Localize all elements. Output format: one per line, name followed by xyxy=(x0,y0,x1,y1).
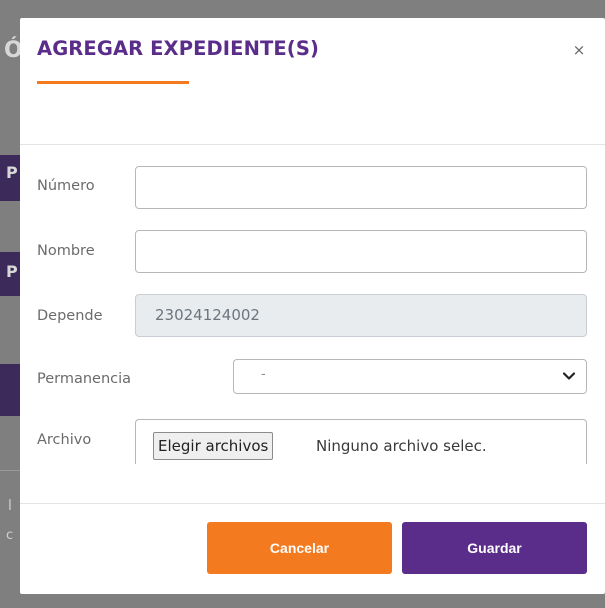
save-button[interactable]: Guardar xyxy=(402,522,587,574)
depende-value: 23024124002 xyxy=(155,306,260,324)
modal-header: AGREGAR EXPEDIENTE(S) × xyxy=(20,18,605,144)
permanencia-select[interactable]: - xyxy=(233,359,587,394)
choose-files-button[interactable]: Elegir archivos xyxy=(153,432,274,460)
add-expediente-modal: AGREGAR EXPEDIENTE(S) × Número Nombre De… xyxy=(20,18,605,594)
depende-label: Depende xyxy=(37,308,103,324)
permanencia-selected: - xyxy=(261,367,266,382)
numero-input[interactable] xyxy=(135,166,587,209)
background-text-fragment: P xyxy=(6,262,18,281)
background-text-fragment: P xyxy=(6,163,18,182)
archivo-label: Archivo xyxy=(37,432,92,448)
file-status-text: Ninguno archivo selec. xyxy=(316,437,487,455)
header-divider xyxy=(20,144,605,145)
numero-label: Número xyxy=(37,178,95,194)
permanencia-label: Permanencia xyxy=(37,371,132,387)
nombre-label: Nombre xyxy=(37,243,95,259)
depende-input: 23024124002 xyxy=(135,294,587,337)
cancel-button[interactable]: Cancelar xyxy=(207,522,392,574)
chevron-down-icon xyxy=(562,372,576,380)
footer-divider xyxy=(20,503,605,504)
title-underline xyxy=(37,81,189,84)
background-text-fragment: c xyxy=(6,528,14,543)
modal-title: AGREGAR EXPEDIENTE(S) xyxy=(37,37,319,60)
archivo-file-input[interactable]: Elegir archivos Ninguno archivo selec. xyxy=(135,419,587,464)
close-button[interactable]: × xyxy=(569,40,589,60)
background-text-fragment: l xyxy=(8,498,12,514)
background-bar xyxy=(0,364,20,416)
nombre-input[interactable] xyxy=(135,230,587,273)
background-divider xyxy=(0,470,20,471)
